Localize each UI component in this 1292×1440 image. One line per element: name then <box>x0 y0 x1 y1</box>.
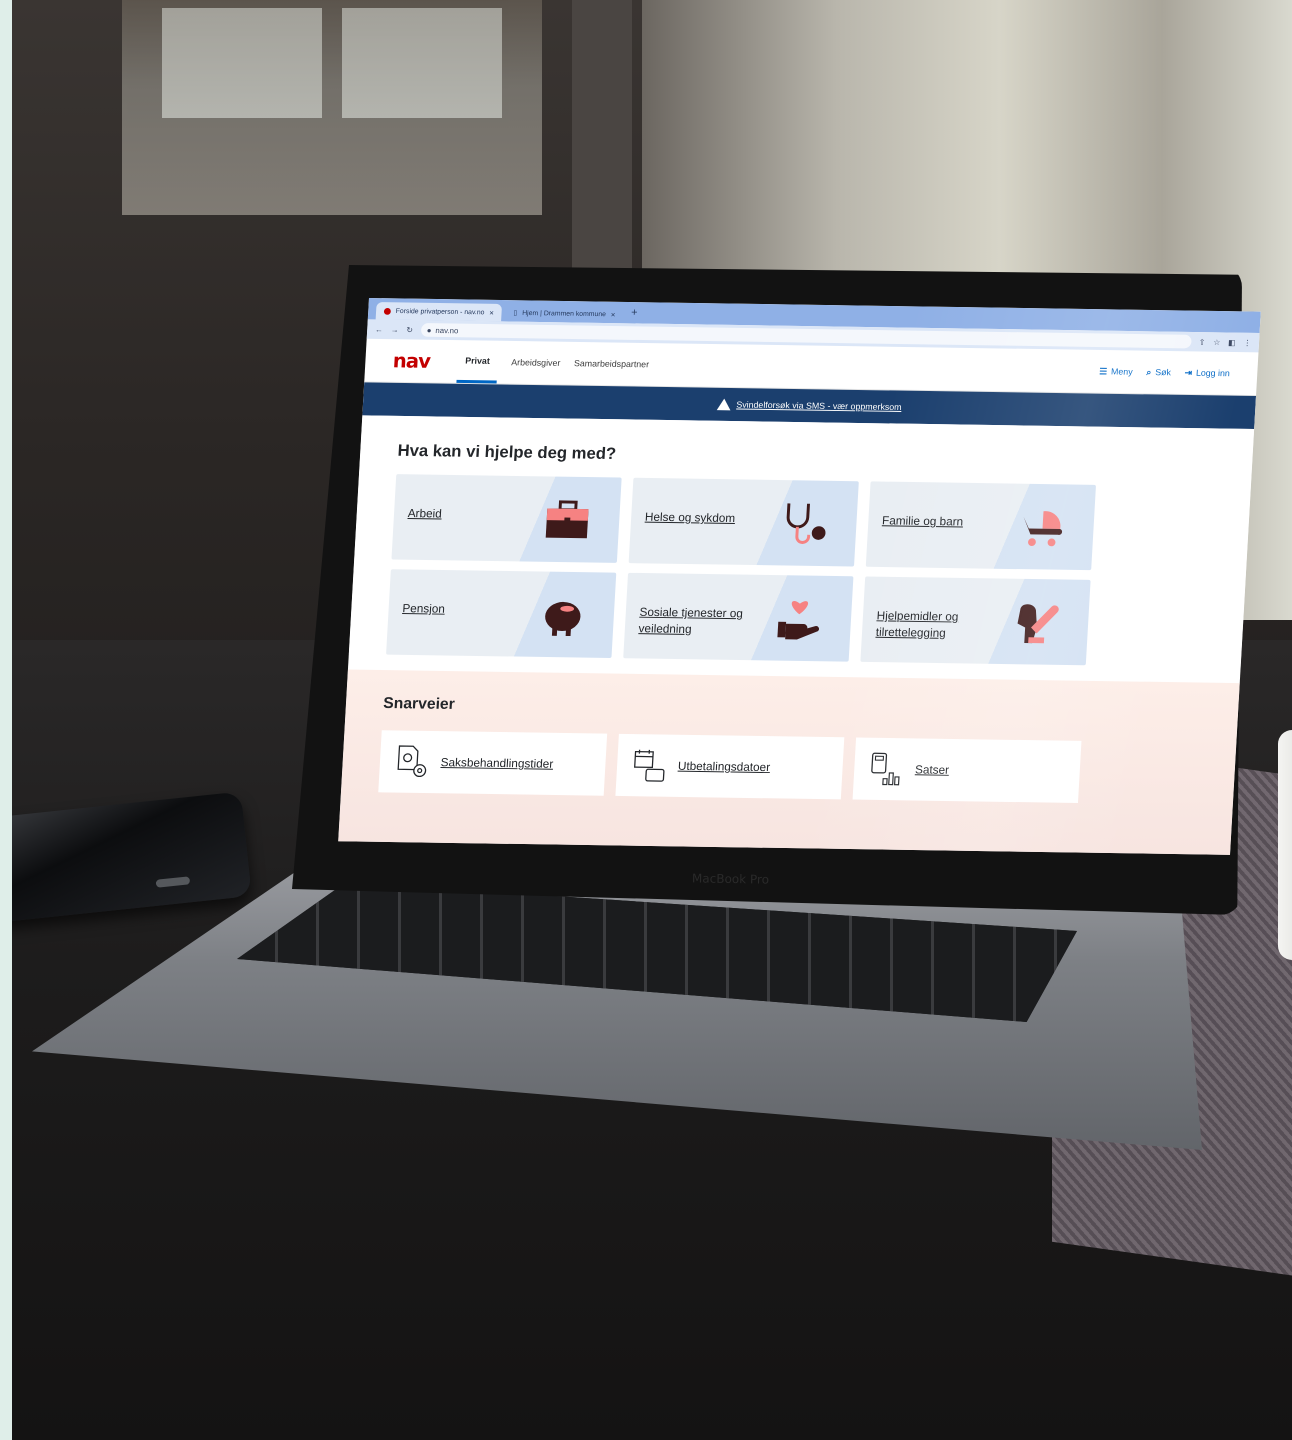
close-tab-icon[interactable]: × <box>489 308 494 317</box>
stroller-icon <box>1023 511 1063 547</box>
card-label: Sosiale tjenester og veiledning <box>638 605 744 636</box>
share-icon[interactable]: ⇧ <box>1199 337 1206 346</box>
new-tab-button[interactable]: + <box>627 307 642 319</box>
hamburger-icon: ☰ <box>1099 365 1108 376</box>
shortcut-satser[interactable]: Satser <box>852 737 1082 804</box>
shortcut-saksbehandlingstider[interactable]: Saksbehandlingstider <box>378 730 608 796</box>
card-familie[interactable]: Familie og barn <box>865 481 1097 571</box>
menu-button[interactable]: ☰ Meny <box>1099 366 1133 377</box>
tab-label: Forside privatperson - nav.no <box>395 307 485 316</box>
card-label: Arbeid <box>407 506 443 521</box>
search-button[interactable]: ⌕ Søk <box>1146 367 1171 378</box>
main-content: Hva kan vi hjelpe deg med? Arbeid Helse … <box>348 415 1255 668</box>
bookmark-star-icon[interactable]: ☆ <box>1213 338 1221 347</box>
card-label: Familie og barn <box>881 513 964 529</box>
login-button[interactable]: ⇥ Logg inn <box>1184 367 1230 378</box>
piggy-bank-icon <box>545 601 581 637</box>
page-favicon-icon: ▯ <box>513 309 518 317</box>
mug <box>1278 730 1292 960</box>
card-arbeid[interactable]: Arbeid <box>391 474 622 563</box>
site-info-icon[interactable]: ● <box>426 326 431 335</box>
close-tab-icon[interactable]: × <box>611 310 616 319</box>
forward-icon[interactable]: → <box>391 325 399 334</box>
shortcut-utbetalingsdatoer[interactable]: Utbetalingsdatoer <box>615 733 845 800</box>
browser-menu-icon[interactable]: ⋮ <box>1243 338 1251 347</box>
card-label: Helse og sykdom <box>644 509 736 525</box>
search-icon: ⌕ <box>1146 366 1152 377</box>
alert-link[interactable]: Svindelforsøk via SMS - vær oppmerksom <box>736 400 902 412</box>
shortcut-label: Satser <box>914 762 950 777</box>
sidepanel-icon[interactable]: ◧ <box>1228 338 1236 347</box>
calculator-chart-icon <box>871 752 900 786</box>
address-text: nav.no <box>435 325 459 335</box>
heart-hand-icon <box>777 600 819 640</box>
shortcut-label: Utbetalingsdatoer <box>677 759 771 775</box>
card-sosiale[interactable]: Sosiale tjenester og veiledning <box>623 572 854 662</box>
shortcuts-title: Snarveier <box>382 695 456 713</box>
page-title: Hva kan vi hjelpe deg med? <box>397 441 617 463</box>
card-label: Pensjon <box>402 601 446 616</box>
laptop-screen: Forside privatperson - nav.no × ▯ Hjem |… <box>304 298 1261 898</box>
back-icon[interactable]: ← <box>375 325 383 334</box>
login-label: Logg inn <box>1195 367 1231 379</box>
reload-icon[interactable]: ↻ <box>406 325 413 334</box>
photo-scene: MacBook Pro Forside privatperson - nav.n… <box>12 0 1292 1440</box>
nav-tab-arbeidsgiver[interactable]: Arbeidsgiver <box>511 357 561 367</box>
category-grid: Arbeid Helse og sykdom Familie og barn P… <box>386 474 1214 667</box>
login-icon: ⇥ <box>1184 367 1193 378</box>
document-gear-icon <box>397 745 427 778</box>
nav-tab-samarbeidspartner[interactable]: Samarbeidspartner <box>574 358 650 369</box>
background-window <box>122 0 542 215</box>
browser-tab[interactable]: ▯ Hjem | Drammen kommune × <box>505 304 624 323</box>
shortcuts-section: Snarveier Saksbehandlingstider Utbetalin… <box>338 669 1240 855</box>
warning-icon <box>716 398 731 411</box>
card-helse[interactable]: Helse og sykdom <box>628 477 859 567</box>
menu-label: Meny <box>1110 366 1133 377</box>
search-label: Søk <box>1154 367 1172 378</box>
briefcase-icon <box>545 500 589 539</box>
card-hjelpemidler[interactable]: Hjelpemidler og tilrettelegging <box>860 576 1091 666</box>
nav-tab-privat[interactable]: Privat <box>456 340 499 384</box>
calendar-wallet-icon <box>634 749 665 782</box>
guide-dog-icon <box>1017 604 1059 644</box>
shortcut-label: Saksbehandlingstider <box>440 755 554 771</box>
nav-logo[interactable]: nav <box>392 349 430 373</box>
browser-tab-active[interactable]: Forside privatperson - nav.no × <box>375 302 503 322</box>
tab-label: Hjem | Drammen kommune <box>522 309 607 318</box>
nav-favicon-icon <box>383 307 392 315</box>
card-pensjon[interactable]: Pensjon <box>386 569 617 659</box>
stethoscope-icon <box>786 503 826 544</box>
browser-window: Forside privatperson - nav.no × ▯ Hjem |… <box>338 298 1261 855</box>
card-label: Hjelpemidler og tilrettelegging <box>875 608 959 640</box>
